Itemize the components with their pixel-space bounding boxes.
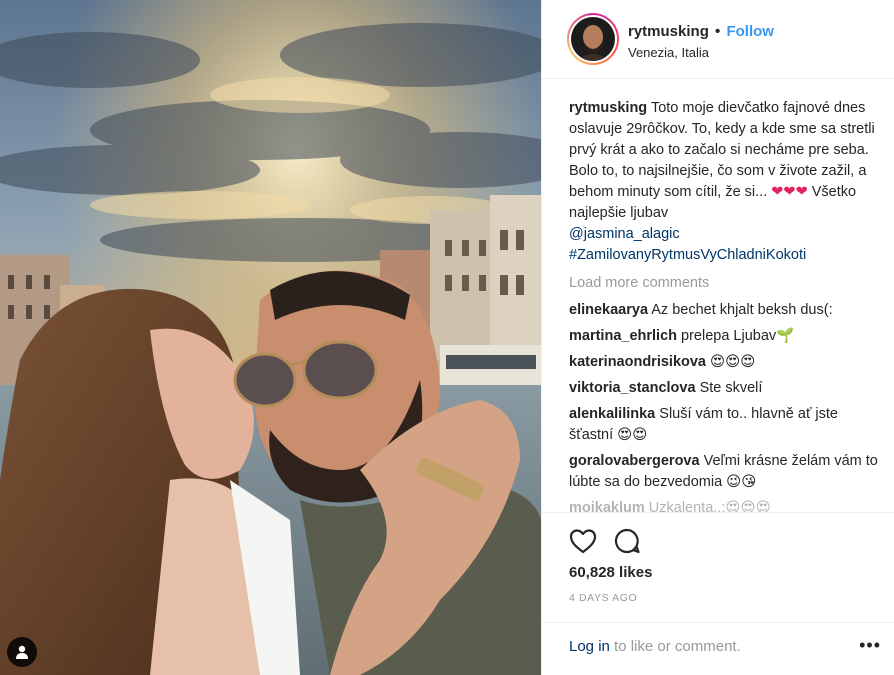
comment-item: goralovabergerova Veľmi krásne želám vám… [569, 451, 879, 493]
comment-item: mojkaklum Uzkalenta..:😍😍😍 [569, 498, 879, 512]
couple-photo [0, 0, 541, 675]
action-icons [568, 526, 642, 556]
caption-hashtag[interactable]: #ZamilovanyRytmusVyChladniKokoti [569, 247, 806, 263]
comment-bubble-icon [614, 528, 640, 554]
tag-people-button[interactable] [7, 637, 37, 667]
comment-username[interactable]: goralovabergerova [569, 453, 700, 469]
caption: rytmusking Toto moje dievčatko fajnové d… [569, 98, 879, 266]
login-link[interactable]: Log in [569, 638, 610, 655]
comment-button[interactable] [612, 526, 642, 556]
comment-item: elinekaarya Az bechet khjalt beksh dus(: [569, 300, 879, 321]
login-bar: Log in to like or comment. ••• [542, 622, 894, 673]
comment-text: Az bechet khjalt beksh dus(: [651, 302, 833, 318]
follow-button[interactable]: Follow [726, 23, 774, 40]
header-separator: • [715, 23, 721, 40]
comments-list[interactable]: rytmusking Toto moje dievčatko fajnové d… [569, 98, 879, 512]
comment-username[interactable]: alenkalilinka [569, 406, 655, 422]
caption-mention[interactable]: @jasmina_alagic [569, 226, 680, 242]
avatar[interactable] [567, 13, 619, 65]
load-more-comments[interactable]: Load more comments [569, 273, 879, 294]
like-button[interactable] [568, 526, 598, 556]
post-header: rytmusking • Follow Venezia, Italia [542, 0, 894, 79]
like-count[interactable]: 60,828 likes [569, 564, 652, 581]
comment-username[interactable]: martina_ehrlich [569, 328, 677, 344]
comment-text: Ste skvelí [699, 380, 763, 396]
comment-item: viktoria_stanclova Ste skvelí [569, 378, 879, 399]
comment-username[interactable]: elinekaarya [569, 302, 648, 318]
heart-outline-icon [569, 529, 597, 554]
caption-username[interactable]: rytmusking [569, 100, 647, 116]
header-username-row: rytmusking • Follow [628, 23, 774, 40]
comment-text: 😍😍😍 [710, 354, 756, 370]
caption-hearts: ❤❤❤ [771, 184, 808, 200]
post-timestamp[interactable]: 4 DAYS AGO [569, 592, 637, 604]
login-rest: to like or comment. [614, 638, 741, 655]
avatar-image [571, 17, 615, 61]
post-photo[interactable] [0, 0, 541, 675]
comment-item: katerinaondrisikova 😍😍😍 [569, 352, 879, 373]
post-actions: 60,828 likes 4 DAYS AGO Log in to like o… [542, 512, 894, 672]
comment-text: prelepa Ljubav🌱 [681, 328, 795, 344]
comment-item: martina_ehrlich prelepa Ljubav🌱 [569, 326, 879, 347]
comment-text: Uzkalenta..:😍😍😍 [648, 500, 771, 512]
header-username[interactable]: rytmusking [628, 23, 709, 40]
post-side-panel: rytmusking • Follow Venezia, Italia rytm… [541, 0, 894, 675]
person-tag-icon [16, 645, 28, 659]
comment-username[interactable]: katerinaondrisikova [569, 354, 706, 370]
comment-username[interactable]: mojkaklum [569, 500, 645, 512]
comment-username[interactable]: viktoria_stanclova [569, 380, 696, 396]
location-link[interactable]: Venezia, Italia [628, 45, 709, 60]
login-prompt: Log in to like or comment. [569, 638, 741, 655]
more-options-icon[interactable]: ••• [859, 635, 881, 656]
comment-item: alenkalilinka Sluší vám to.. hlavně ať j… [569, 404, 879, 446]
